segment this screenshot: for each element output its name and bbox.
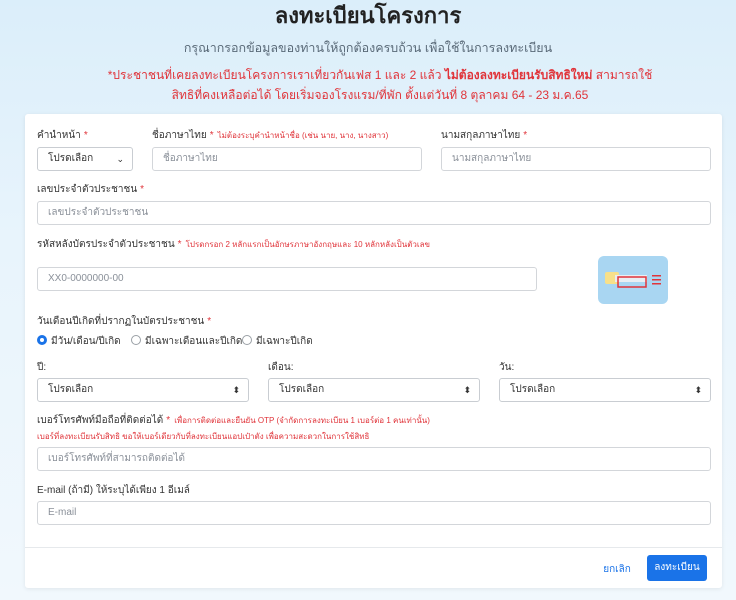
cancel-button[interactable]: ยกเลิก: [597, 560, 637, 580]
laser-code-required: *: [177, 239, 182, 250]
page-title: ลงทะเบียนโครงการ: [274, 3, 462, 28]
phone-required: *: [166, 415, 171, 426]
email-label: E-mail (ถ้ามี) ให้ระบุได้เพียง 1 อีเมล์: [37, 485, 190, 496]
title-prefix-label: คำนำหน้า *: [37, 128, 88, 143]
first-name-label: ชื่อภาษาไทย * ไม่ต้องระบุคำนำหน้าชื่อ (เช่…: [152, 128, 388, 143]
first-name-hint: ไม่ต้องระบุคำนำหน้าชื่อ (เช่น นาย, นาง, …: [217, 131, 389, 140]
birth-date-label: วันเดือนปีเกิดที่ปรากฏในบัตรประชาชน *: [37, 314, 211, 329]
notice-text: *ประชาชนที่เคยลงทะเบียนโครงการเราเที่ยวก…: [100, 65, 660, 105]
month-label: เดือน:: [268, 362, 294, 373]
month-select-value: โปรดเลือก: [279, 384, 325, 395]
last-name-label-text: นามสกุลภาษาไทย: [441, 130, 521, 141]
day-select-value: โปรดเลือก: [510, 384, 556, 395]
laser-code-label: รหัสหลังบัตรประจำตัวประชาชน * โปรดกรอก 2 ห…: [37, 237, 430, 252]
laser-code-input[interactable]: XX0-0000000-00: [37, 267, 537, 291]
birth-date-required: *: [207, 316, 212, 327]
updown-arrow-icon: ⬍: [232, 385, 240, 395]
radio-month-year[interactable]: มีเฉพาะเดือนและปีเกิด: [131, 334, 242, 348]
day-label: วัน:: [499, 362, 515, 373]
first-name-required: *: [209, 130, 214, 141]
first-name-label-text: ชื่อภาษาไทย: [152, 130, 207, 141]
notice-part1: *ประชาชนที่เคยลงทะเบียนโครงการเราเที่ยวก…: [107, 68, 445, 82]
year-select-value: โปรดเลือก: [48, 384, 94, 395]
radio-year-only[interactable]: มีเฉพาะปีเกิด: [242, 334, 313, 348]
phone-label: เบอร์โทรศัพท์มือถือที่ติดต่อได้ * เพื่อการ…: [37, 413, 430, 428]
updown-arrow-icon: ⬍: [694, 385, 702, 395]
year-select[interactable]: โปรดเลือก ⬍: [37, 378, 249, 402]
footer-divider: [25, 547, 722, 548]
laser-code-hint: โปรดกรอก 2 หลักแรกเป็นอักษรภาษาอังกฤษและ…: [185, 240, 431, 249]
phone-label-text: เบอร์โทรศัพท์มือถือที่ติดต่อได้: [37, 415, 164, 426]
register-button[interactable]: ลงทะเบียน: [647, 555, 707, 581]
title-prefix-select-value: โปรดเลือก: [48, 153, 94, 164]
last-name-required: *: [523, 130, 528, 141]
phone-input[interactable]: เบอร์โทรศัพท์ที่สามารถติดต่อได้: [37, 447, 711, 471]
title-prefix-required: *: [83, 130, 88, 141]
citizen-id-input[interactable]: เลขประจำตัวประชาชน: [37, 201, 711, 225]
radio-unchecked-icon: [131, 335, 141, 345]
phone-hint: เพื่อการติดต่อและยืนยัน OTP (จำกัดการลงท…: [174, 416, 430, 425]
registration-form-card: คำนำหน้า * โปรดเลือก ⌄ ชื่อภาษาไทย * ไม่ต้อ…: [25, 114, 722, 588]
year-label: ปี:: [37, 362, 47, 373]
citizen-id-label-text: เลขประจำตัวประชาชน: [37, 184, 138, 195]
last-name-label: นามสกุลภาษาไทย *: [441, 128, 527, 143]
id-card-back-icon: [598, 256, 668, 304]
radio-full-date-label: มีวัน/เดือน/ปีเกิด: [51, 336, 121, 347]
radio-month-year-label: มีเฉพาะเดือนและปีเกิด: [145, 336, 243, 347]
radio-unchecked-icon: [242, 335, 252, 345]
radio-full-date[interactable]: มีวัน/เดือน/ปีเกิด: [37, 334, 121, 348]
first-name-input[interactable]: ชื่อภาษาไทย: [152, 147, 422, 171]
day-select[interactable]: โปรดเลือก ⬍: [499, 378, 711, 402]
chevron-down-icon: ⌄: [116, 154, 124, 164]
citizen-id-required: *: [140, 184, 145, 195]
title-prefix-label-text: คำนำหน้า: [37, 130, 81, 141]
month-select[interactable]: โปรดเลือก ⬍: [268, 378, 480, 402]
laser-code-label-text: รหัสหลังบัตรประจำตัวประชาชน: [37, 239, 175, 250]
title-prefix-select[interactable]: โปรดเลือก ⌄: [37, 147, 133, 171]
birth-date-label-text: วันเดือนปีเกิดที่ปรากฏในบัตรประชาชน: [37, 316, 205, 327]
phone-hint-secondary: เบอร์ที่ลงทะเบียนรับสิทธิ ขอให้เบอร์เดีย…: [37, 432, 370, 441]
last-name-input[interactable]: นามสกุลภาษาไทย: [441, 147, 711, 171]
radio-year-only-label: มีเฉพาะปีเกิด: [256, 336, 313, 347]
notice-bold: ไม่ต้องลงทะเบียนรับสิทธิใหม่: [444, 68, 593, 82]
updown-arrow-icon: ⬍: [463, 385, 471, 395]
citizen-id-label: เลขประจำตัวประชาชน *: [37, 182, 144, 197]
page-subtitle: กรุณากรอกข้อมูลของท่านให้ถูกต้องครบถ้วน …: [183, 41, 553, 55]
email-input[interactable]: E-mail: [37, 501, 711, 525]
radio-checked-icon: [37, 335, 47, 345]
id-card-back-graphic: [605, 272, 661, 288]
